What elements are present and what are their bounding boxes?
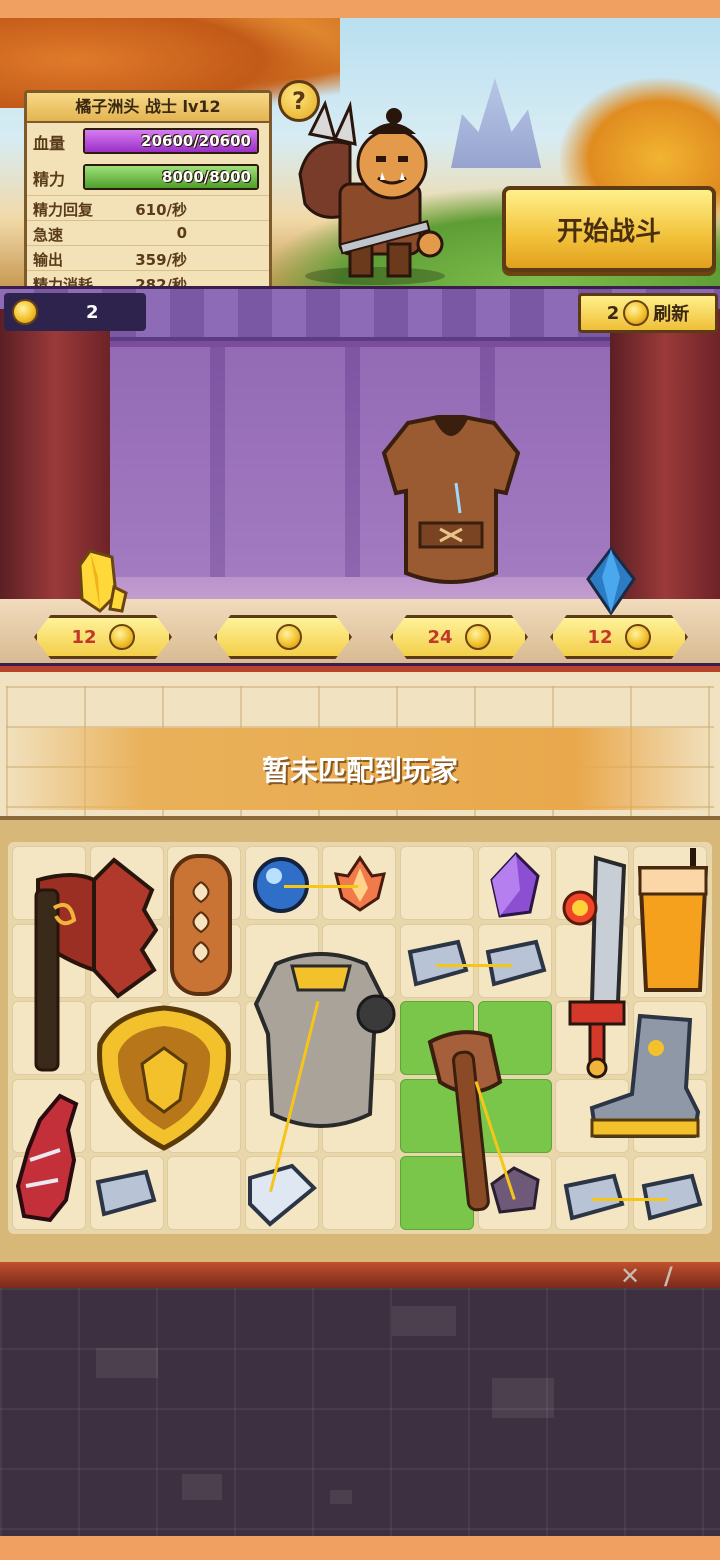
stat-row-damage: 输出 359/秒 — [27, 245, 269, 270]
hp-label: 血量 — [33, 134, 66, 153]
gold-amount: 2 — [86, 301, 99, 323]
stamina-value: 8000/8000 — [162, 168, 251, 186]
item-price: 12 — [587, 626, 613, 648]
hp-value: 20600/20600 — [141, 132, 251, 150]
coin-icon — [464, 624, 491, 650]
stat-label: 输出 — [33, 251, 64, 269]
stage-arches — [90, 347, 630, 577]
stat-row-stamina-cost: 精力消耗 282/秒 — [27, 270, 269, 286]
stat-value: 282/秒 — [135, 276, 187, 286]
plate-armor-icon[interactable] — [246, 944, 396, 1140]
fire-crystal-icon[interactable] — [330, 854, 390, 914]
item-price: 12 — [71, 626, 97, 648]
backpack-cell[interactable] — [167, 1156, 242, 1231]
blue-gem-icon[interactable] — [584, 547, 638, 617]
refresh-shop-button[interactable]: 2 刷新 — [578, 293, 718, 333]
synergy-link — [592, 1198, 668, 1201]
yellow-crystal-icon[interactable] — [72, 547, 128, 617]
coin-icon — [276, 624, 302, 650]
refresh-label: 刷新 — [653, 304, 690, 325]
price-tag[interactable]: 12 — [34, 615, 172, 659]
dark-stone-icon[interactable] — [484, 1164, 544, 1216]
silver-block-icon[interactable] — [244, 1158, 318, 1230]
synergy-link — [436, 964, 512, 967]
stamina-row: 精力 8000/8000 — [27, 159, 269, 195]
wrench-icon[interactable]: / — [664, 1262, 692, 1290]
board-divider — [0, 1262, 720, 1288]
hero-stats-panel: 橘子洲头 战士 lv12 血量 20600/20600 精力 8000/8000… — [24, 90, 272, 286]
stat-value: 0 — [176, 224, 187, 242]
price-tag[interactable]: 24 — [390, 615, 528, 659]
storage-slot — [492, 1378, 554, 1418]
refresh-cost: 2 — [606, 302, 620, 324]
coin-icon — [623, 300, 650, 326]
steel-boot-icon[interactable] — [586, 1008, 704, 1144]
price-tag[interactable]: 12 — [550, 615, 688, 659]
stat-value: 359/秒 — [135, 251, 187, 269]
storage-area — [0, 1288, 720, 1536]
stat-label: 急速 — [33, 226, 64, 244]
start-battle-button[interactable]: 开始战斗 — [502, 186, 716, 272]
backpack-cell[interactable] — [400, 846, 474, 920]
backpack-board — [0, 816, 720, 1262]
hp-row: 血量 20600/20600 — [27, 123, 269, 159]
backpack-cell[interactable] — [322, 1156, 397, 1231]
coin-icon — [624, 624, 651, 650]
coin-icon — [108, 624, 135, 650]
storage-slot — [330, 1490, 352, 1504]
warrior-hero-avatar[interactable] — [280, 94, 470, 286]
storage-slot — [392, 1306, 456, 1336]
help-question-icon[interactable]: ? — [278, 80, 320, 122]
gold-counter: 2 — [4, 293, 146, 331]
iron-ingot-icon[interactable] — [88, 1168, 158, 1220]
crossed-tools-icon[interactable]: ✕ — [620, 1262, 648, 1290]
orange-juice-icon[interactable] — [634, 848, 712, 998]
storage-slot — [96, 1348, 158, 1378]
stat-label: 精力回复 — [33, 201, 94, 219]
stat-label: 精力消耗 — [33, 276, 94, 286]
match-status-banner: 暂未匹配到玩家 — [0, 728, 720, 810]
stat-row-haste: 急速 0 — [27, 220, 269, 245]
item-price: 24 — [427, 626, 453, 648]
lion-shield-icon[interactable] — [94, 1004, 234, 1152]
shop-stage: 2 2 刷新 12 24 12 — [0, 286, 720, 666]
stat-row-stamina-regen: 精力回复 610/秒 — [27, 195, 269, 220]
stamina-bar: 8000/8000 — [83, 164, 259, 190]
storage-slot — [182, 1474, 222, 1500]
stat-value: 610/秒 — [135, 201, 187, 219]
bottom-bar — [0, 1536, 720, 1560]
price-tag[interactable] — [214, 615, 352, 659]
bread-icon[interactable] — [166, 852, 236, 998]
coin-icon — [12, 299, 38, 325]
red-gauntlet-icon[interactable] — [10, 1090, 84, 1226]
stamina-label: 精力 — [33, 170, 66, 189]
synergy-link — [284, 885, 358, 888]
hp-bar: 20600/20600 — [83, 128, 259, 154]
purple-gem-icon[interactable] — [486, 850, 544, 920]
opponent-board: 暂未匹配到玩家 — [0, 666, 720, 820]
hero-title: 橘子洲头 战士 lv12 — [27, 93, 269, 123]
leather-armor-icon[interactable] — [378, 413, 524, 593]
